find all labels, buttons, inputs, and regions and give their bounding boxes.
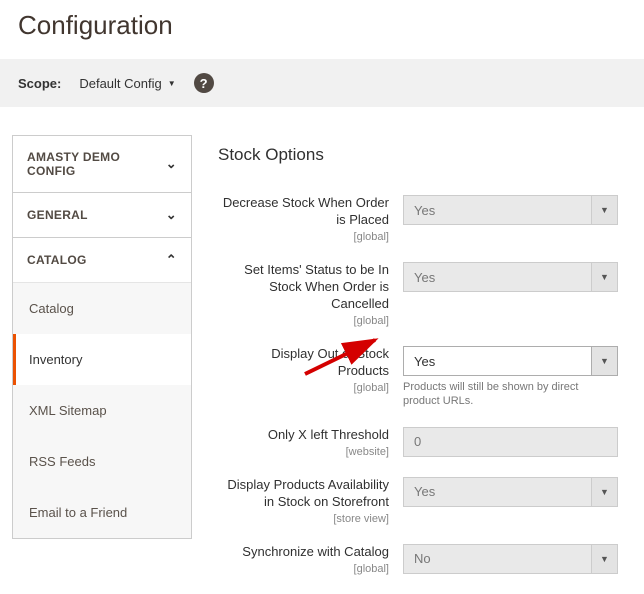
field-scope: [global]: [218, 562, 389, 576]
select-value: 0: [404, 434, 431, 449]
sidebar-group-label: AMASTY DEMO CONFIG: [27, 150, 166, 178]
sidebar-item-rss-feeds[interactable]: RSS Feeds: [13, 436, 191, 487]
section-title: Stock Options: [218, 145, 630, 165]
page-title: Configuration: [0, 0, 644, 59]
input-only-x-left[interactable]: 0 ▼: [403, 427, 618, 457]
field-display-availability: Display Products Availability in Stock o…: [218, 477, 630, 526]
field-label: Display Out of Stock Products: [271, 346, 389, 378]
select-display-availability[interactable]: Yes ▼: [403, 477, 618, 507]
chevron-down-icon: ▼: [591, 347, 617, 375]
main-panel: Stock Options Decrease Stock When Order …: [192, 135, 644, 594]
sidebar-group-general: GENERAL ⌄: [12, 193, 192, 238]
chevron-down-icon: ▼: [591, 545, 617, 573]
scope-selector[interactable]: Default Config ▼: [79, 76, 175, 91]
select-value: Yes: [404, 354, 445, 369]
select-value: No: [404, 551, 441, 566]
field-sync-catalog: Synchronize with Catalog [global] No ▼: [218, 544, 630, 576]
sidebar-item-inventory[interactable]: Inventory: [13, 334, 191, 385]
field-only-x-left: Only X left Threshold [website] 0 ▼: [218, 427, 630, 459]
select-value: Yes: [404, 270, 445, 285]
select-display-out-of-stock[interactable]: Yes ▼: [403, 346, 618, 376]
chevron-down-icon: ▼: [591, 478, 617, 506]
field-label: Synchronize with Catalog: [242, 544, 389, 559]
field-label: Decrease Stock When Order is Placed: [223, 195, 389, 227]
chevron-down-icon: ⌄: [166, 156, 177, 172]
scope-label: Scope:: [18, 76, 61, 91]
sidebar-group-header[interactable]: CATALOG ⌃: [13, 238, 191, 282]
help-icon[interactable]: ?: [194, 73, 214, 93]
chevron-down-icon: ⌄: [166, 207, 177, 223]
config-sidebar: AMASTY DEMO CONFIG ⌄ GENERAL ⌄ CATALOG ⌃…: [12, 135, 192, 539]
select-decrease-stock[interactable]: Yes ▼: [403, 195, 618, 225]
field-label: Only X left Threshold: [268, 427, 389, 442]
select-value: Yes: [404, 203, 445, 218]
field-label: Display Products Availability in Stock o…: [227, 477, 389, 509]
chevron-down-icon: ▼: [591, 263, 617, 291]
field-scope: [store view]: [218, 512, 389, 526]
field-scope: [global]: [218, 314, 389, 328]
sidebar-group-header[interactable]: GENERAL ⌄: [13, 193, 191, 237]
field-scope: [global]: [218, 230, 389, 244]
field-note: Products will still be shown by direct p…: [403, 380, 618, 409]
chevron-down-icon: ▼: [168, 79, 176, 88]
chevron-up-icon: ⌃: [166, 252, 177, 268]
sidebar-item-xml-sitemap[interactable]: XML Sitemap: [13, 385, 191, 436]
field-scope: [global]: [218, 381, 389, 395]
sidebar-group-label: CATALOG: [27, 253, 87, 267]
select-instock-on-cancel[interactable]: Yes ▼: [403, 262, 618, 292]
field-label: Set Items' Status to be In Stock When Or…: [244, 262, 389, 311]
sidebar-group-amasty: AMASTY DEMO CONFIG ⌄: [12, 135, 192, 193]
field-display-out-of-stock: Display Out of Stock Products [global] Y…: [218, 346, 630, 409]
chevron-down-icon: ▼: [591, 196, 617, 224]
sidebar-item-catalog[interactable]: Catalog: [13, 283, 191, 334]
field-decrease-stock: Decrease Stock When Order is Placed [glo…: [218, 195, 630, 244]
field-scope: [website]: [218, 445, 389, 459]
field-instock-on-cancel: Set Items' Status to be In Stock When Or…: [218, 262, 630, 328]
sidebar-group-header[interactable]: AMASTY DEMO CONFIG ⌄: [13, 136, 191, 192]
select-value: Yes: [404, 484, 445, 499]
sidebar-group-label: GENERAL: [27, 208, 88, 222]
scope-bar: Scope: Default Config ▼ ?: [0, 59, 644, 107]
scope-value: Default Config: [79, 76, 161, 91]
sidebar-item-email-friend[interactable]: Email to a Friend: [13, 487, 191, 538]
select-sync-catalog[interactable]: No ▼: [403, 544, 618, 574]
sidebar-group-catalog: CATALOG ⌃ Catalog Inventory XML Sitemap …: [12, 238, 192, 539]
